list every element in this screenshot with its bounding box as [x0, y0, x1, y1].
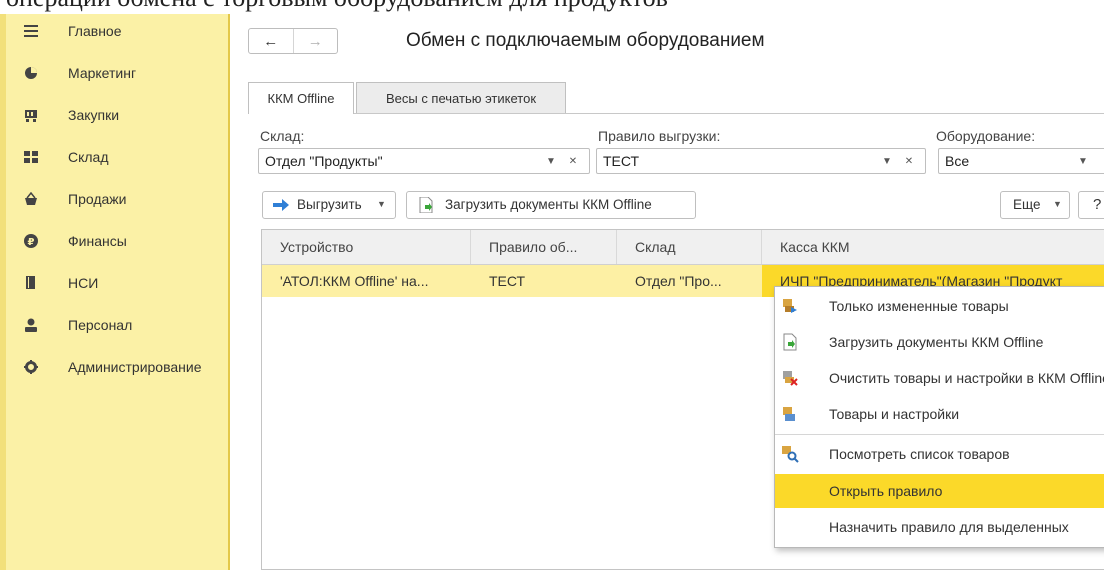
- menu-item-label: Назначить правило для выделенных: [829, 519, 1069, 535]
- sidebar-item-label: Администрирование: [68, 359, 202, 375]
- forward-button[interactable]: →: [294, 29, 338, 53]
- cell-device: 'АТОЛ:ККМ Offline' на...: [280, 273, 429, 289]
- menu-item-label: Загрузить документы ККМ Offline: [829, 334, 1044, 350]
- svg-text:₽: ₽: [28, 237, 35, 248]
- menu-icon: [24, 24, 38, 38]
- view-list-icon: [781, 445, 799, 463]
- warehouse-icon: [24, 150, 38, 164]
- equipment-field[interactable]: Все ▼: [938, 148, 1104, 174]
- top-caption: операций обмена с торговым оборудованием…: [6, 0, 668, 13]
- back-button[interactable]: ←: [249, 29, 294, 53]
- more-button[interactable]: Еще ▼: [1000, 191, 1070, 219]
- export-button[interactable]: Выгрузить ▼: [262, 191, 396, 219]
- sidebar-item-personnel[interactable]: Персонал: [25, 314, 228, 336]
- cart-icon: [24, 108, 38, 122]
- chevron-down-icon: ▼: [1053, 199, 1062, 209]
- chevron-down-icon[interactable]: ▼: [879, 153, 895, 169]
- sidebar-item-marketing[interactable]: Маркетинг: [25, 62, 228, 84]
- menu-item-view-list[interactable]: Посмотреть список товаров: [775, 437, 1104, 471]
- equipment-value: Все: [945, 153, 970, 169]
- sidebar-item-label: Склад: [68, 149, 109, 165]
- tab-label: ККМ Offline: [267, 91, 335, 106]
- sidebar: Главное Маркетинг Закупки Склад Продажи …: [0, 14, 230, 570]
- menu-separator: [775, 434, 1104, 435]
- changed-goods-icon: [781, 297, 799, 315]
- sidebar-item-sales[interactable]: Продажи: [25, 188, 228, 210]
- menu-item-label: Очистить товары и настройки в ККМ Offlin…: [829, 370, 1104, 386]
- clear-goods-icon: [781, 369, 799, 387]
- gear-icon: [24, 360, 38, 374]
- menu-item-open-rule[interactable]: Открыть правило: [775, 474, 1104, 508]
- column-header-warehouse[interactable]: Склад: [617, 230, 762, 264]
- cell-rule: ТЕСТ: [489, 273, 526, 289]
- sidebar-item-label: Маркетинг: [68, 65, 137, 81]
- menu-item-label: Посмотреть список товаров: [829, 446, 1010, 462]
- help-label: ?: [1093, 196, 1102, 213]
- pie-chart-icon: [24, 66, 38, 80]
- sidebar-item-finance[interactable]: ₽ Финансы: [24, 230, 228, 252]
- top-caption-strip: операций обмена с торговым оборудованием…: [0, 0, 1104, 14]
- sidebar-item-admin[interactable]: Администрирование: [24, 356, 228, 378]
- cell-warehouse: Отдел "Про...: [635, 273, 722, 289]
- person-icon: [24, 318, 38, 332]
- column-header-rule[interactable]: Правило об...: [471, 230, 617, 264]
- menu-item-clear-goods[interactable]: Очистить товары и настройки в ККМ Offlin…: [775, 361, 1104, 395]
- sidebar-edge: [0, 14, 6, 570]
- help-button[interactable]: ?: [1078, 191, 1104, 219]
- menu-item-label: Открыть правило: [829, 483, 943, 499]
- more-label: Еще: [1013, 197, 1041, 212]
- equipment-label: Оборудование:: [936, 128, 1036, 144]
- warehouse-value: Отдел "Продукты": [265, 153, 383, 169]
- ruble-icon: ₽: [24, 234, 38, 248]
- table-header: Устройство Правило об... Склад Касса ККМ: [262, 230, 1104, 265]
- load-docs-icon: [781, 333, 799, 351]
- chevron-down-icon[interactable]: ▼: [1075, 153, 1091, 169]
- import-docs-button[interactable]: Загрузить документы ККМ Offline: [406, 191, 696, 219]
- chevron-down-icon: ▼: [377, 199, 386, 209]
- rule-label: Правило выгрузки:: [598, 128, 721, 144]
- sidebar-item-purchases[interactable]: Закупки: [25, 104, 228, 126]
- sidebar-item-nsi[interactable]: НСИ: [26, 272, 228, 294]
- menu-item-assign-rule[interactable]: Назначить правило для выделенных: [775, 510, 1104, 544]
- menu-item-label: Товары и настройки: [829, 406, 960, 422]
- menu-item-goods-settings[interactable]: Товары и настройки: [775, 397, 1104, 431]
- arrow-right-icon: [273, 198, 289, 215]
- menu-item-load-docs[interactable]: Загрузить документы ККМ Offline: [775, 325, 1104, 359]
- warehouse-label: Склад:: [260, 128, 305, 144]
- menu-item-label: Только измененные товары: [829, 298, 1009, 314]
- rule-field[interactable]: ТЕСТ ▼ ✕: [596, 148, 926, 174]
- sidebar-item-label: Финансы: [68, 233, 127, 249]
- basket-icon: [24, 192, 38, 206]
- sidebar-item-label: НСИ: [68, 275, 99, 291]
- tabs-divider: [248, 113, 1104, 114]
- sidebar-item-label: Персонал: [68, 317, 133, 333]
- column-header-cash-register[interactable]: Касса ККМ: [762, 230, 1104, 264]
- warehouse-field[interactable]: Отдел "Продукты" ▼ ✕: [258, 148, 590, 174]
- sidebar-item-warehouse[interactable]: Склад: [24, 146, 228, 168]
- sidebar-item-label: Закупки: [68, 107, 120, 123]
- tab-kkm-offline[interactable]: ККМ Offline: [248, 82, 354, 114]
- tab-label: Весы с печатью этикеток: [385, 90, 537, 106]
- column-header-device[interactable]: Устройство: [262, 230, 471, 264]
- chevron-down-icon[interactable]: ▼: [543, 153, 559, 169]
- book-icon: [24, 276, 38, 290]
- history-nav: ← →: [248, 28, 338, 54]
- sidebar-item-main[interactable]: Главное: [24, 20, 228, 42]
- export-label: Выгрузить: [297, 197, 362, 212]
- sidebar-item-label: Продажи: [68, 191, 127, 207]
- tab-scales[interactable]: Весы с печатью этикеток: [356, 82, 566, 113]
- clear-icon[interactable]: ✕: [901, 153, 917, 169]
- load-docs-icon: [419, 196, 433, 216]
- context-menu: Только измененные товары Загрузить докум…: [774, 286, 1104, 548]
- page-title: Обмен с подключаемым оборудованием: [406, 30, 765, 51]
- sidebar-item-label: Главное: [68, 23, 122, 39]
- import-label: Загрузить документы ККМ Offline: [445, 197, 652, 212]
- clear-icon[interactable]: ✕: [565, 153, 581, 169]
- menu-item-changed-goods[interactable]: Только измененные товары: [775, 289, 1104, 323]
- rule-value: ТЕСТ: [603, 153, 640, 169]
- goods-settings-icon: [781, 405, 799, 423]
